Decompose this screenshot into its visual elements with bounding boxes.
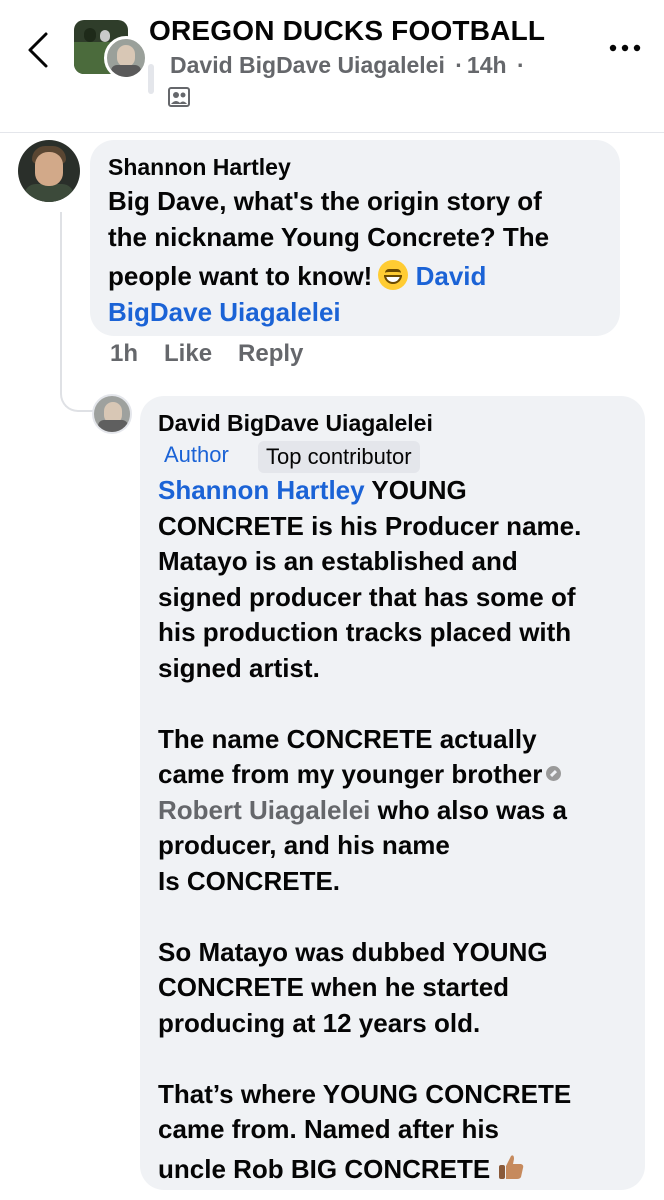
reply-line: signed artist.: [158, 652, 320, 683]
comment-line: Big Dave, what's the origin story of: [108, 186, 542, 216]
reply-line: Shannon Hartley YOUNG: [158, 475, 467, 505]
grinning-face-emoji-icon: [378, 260, 409, 290]
comment-time[interactable]: 1h: [110, 340, 138, 367]
mention-link[interactable]: Shannon Hartley: [158, 475, 365, 505]
profile-link[interactable]: Robert Uiagalelei: [158, 795, 370, 825]
reply-line: Matayo is an established and: [158, 546, 518, 576]
reply-line: producer, and his name: [158, 830, 450, 860]
comment-bubble: Shannon Hartley Big Dave, what's the ori…: [90, 140, 620, 336]
more-options-button[interactable]: [600, 28, 650, 68]
reply-line: So Matayo was dubbed YOUNG: [158, 936, 548, 967]
poster-avatar: [104, 36, 148, 80]
reply-line: came from my younger brother: [158, 757, 581, 793]
like-button[interactable]: Like: [164, 340, 212, 367]
reply-line: signed producer that has some of: [158, 581, 576, 612]
replier-avatar[interactable]: [92, 394, 132, 434]
back-button[interactable]: [22, 30, 56, 70]
reply-line: his production tracks placed with: [158, 617, 572, 647]
reply-line: came from. Named after his: [158, 1114, 500, 1144]
comment-line: people want to know! David: [108, 260, 487, 291]
reply-line: CONCRETE when he started: [158, 972, 510, 1002]
reply-line: CONCRETE is his Producer name.: [158, 510, 582, 541]
group-title[interactable]: OREGON DUCKS FOOTBALL: [149, 15, 545, 47]
reply-line: The name CONCRETE actually: [158, 723, 537, 754]
author-badge: Author: [164, 442, 229, 467]
more-dots-icon: [609, 44, 641, 52]
reply-text: Shannon Hartley YOUNG CONCRETE is his Pr…: [158, 473, 581, 1187]
comment-author[interactable]: Shannon Hartley: [108, 154, 291, 181]
reply-line: producing at 12 years old.: [158, 1007, 481, 1038]
mention-link[interactable]: David: [416, 261, 487, 291]
profile-ring-icon: [546, 766, 562, 781]
separator: ·: [455, 52, 463, 78]
post-time[interactable]: 14h: [467, 52, 507, 78]
reply-line: uncle Rob BIG CONCRETE: [158, 1148, 581, 1188]
reply-line: That’s where YOUNG CONCRETE: [158, 1078, 572, 1109]
reply-line: Is CONCRETE.: [158, 865, 341, 896]
mention-link[interactable]: BigDave Uiagalelei: [108, 295, 549, 331]
top-contributor-badge: Top contributor: [258, 441, 420, 473]
thumbs-up-emoji-icon: [499, 1154, 524, 1179]
comment-text: Big Dave, what's the origin story of the…: [108, 184, 549, 330]
group-audience-icon: [168, 87, 190, 107]
separator: ·: [516, 52, 525, 78]
poster-name[interactable]: David BigDave Uiagalelei: [170, 52, 445, 78]
post-meta: David BigDave Uiagalelei · 14h ·: [148, 52, 529, 79]
comment-line: the nickname Young Concrete? The: [108, 221, 550, 252]
comment-actions: 1h Like Reply: [110, 340, 329, 368]
group-avatar[interactable]: [74, 20, 148, 80]
reply-button[interactable]: Reply: [238, 340, 303, 367]
chevron-left-icon: [28, 32, 48, 68]
reply-line: Robert Uiagalelei who also was a: [158, 794, 567, 825]
post-header: OREGON DUCKS FOOTBALL David BigDave Uiag…: [0, 0, 664, 133]
commenter-avatar[interactable]: [18, 140, 80, 202]
reply-author[interactable]: David BigDave Uiagalelei: [158, 410, 433, 437]
